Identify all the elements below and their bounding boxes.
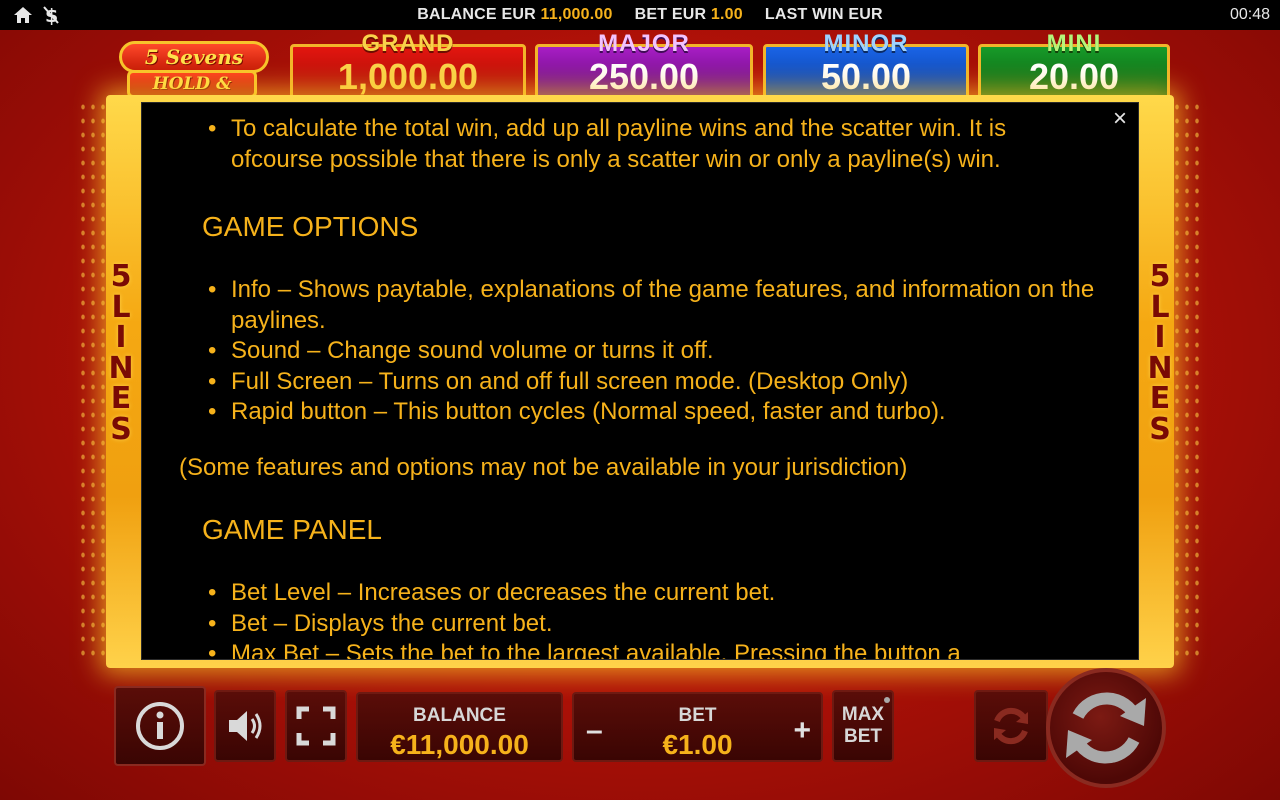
jackpot-minor: MINOR 50.00 [763, 30, 969, 104]
jackpot-mini-label: MINI [1046, 30, 1102, 57]
section-heading-game-panel: GAME PANEL [202, 514, 382, 545]
lines-label-char: L [111, 289, 131, 325]
list-item: To calculate the total win, add up all p… [142, 114, 1138, 175]
list-item: Bet Level – Increases or decreases the c… [142, 578, 1138, 609]
lines-label-char: E [110, 381, 132, 416]
autoplay-button[interactable] [974, 690, 1048, 762]
sound-button[interactable] [214, 690, 276, 762]
game-panel-list: Bet Level – Increases or decreases the c… [142, 578, 1138, 659]
status-bet-label: BET EUR [634, 6, 707, 23]
jackpot-major-amount: 250.00 [588, 56, 700, 97]
sparkles-left [78, 100, 108, 660]
list-item: Sound – Change sound volume or turns it … [142, 336, 1138, 367]
lines-label-char: S [1149, 411, 1171, 447]
info-button[interactable] [114, 686, 206, 766]
status-bet-value: 1.00 [710, 6, 743, 23]
spin-icon [1066, 692, 1146, 764]
balance-value: €11,000.00 [390, 729, 529, 760]
balance-label: BALANCE [413, 705, 506, 726]
lines-label-char: E [1149, 381, 1171, 416]
status-bet: BET EUR 1.00 [635, 6, 743, 24]
help-top-list: To calculate the total win, add up all p… [142, 114, 1138, 181]
jackpot-major-label: MAJOR [598, 30, 690, 57]
game-options-list: Info – Shows paytable, explanations of t… [142, 275, 1138, 428]
spin-button[interactable] [1046, 668, 1166, 788]
help-panel[interactable]: To calculate the total win, add up all p… [141, 102, 1139, 660]
jackpot-mini: MINI 20.00 [978, 30, 1170, 104]
jackpot-grand-label: GRAND [361, 30, 455, 57]
close-icon[interactable]: × [1108, 107, 1132, 131]
bet-decrease-button[interactable]: – [586, 714, 603, 748]
help-content[interactable]: To calculate the total win, add up all p… [142, 103, 1138, 659]
status-balance-value: 11,000.00 [540, 6, 613, 23]
status-info: BALANCE EUR 11,000.00 BET EUR 1.00 LAST … [0, 0, 1280, 30]
game-logo: 5 Sevens HOLD & WIN [113, 38, 275, 116]
lines-label-char: I [1154, 320, 1166, 355]
list-item: Bet – Displays the current bet. [142, 609, 1138, 640]
section-heading-game-options: GAME OPTIONS [202, 211, 419, 242]
lines-label-char: 5 [1149, 259, 1171, 294]
status-balance: BALANCE EUR 11,000.00 [417, 6, 612, 24]
lines-label-char: L [1150, 289, 1170, 325]
lines-label-char: I [115, 320, 127, 355]
lines-label-char: 5 [110, 259, 132, 294]
lines-label-left: 5 L I N E S [106, 259, 136, 447]
info-icon [136, 702, 184, 750]
list-item: Max Bet – Sets the bet to the largest av… [142, 639, 1138, 659]
jackpot-grand: GRAND 1,000.00 [290, 30, 526, 104]
lines-label-char: N [108, 350, 134, 386]
max-bet-line-2: BET [844, 726, 882, 747]
logo-line-2: HOLD & WIN [127, 70, 257, 116]
bet-display: – BET €1.00 + [572, 692, 823, 762]
jackpot-mini-amount: 20.00 [1028, 56, 1120, 97]
status-last-win-label: LAST WIN EUR [764, 6, 883, 23]
lines-label-right: 5 L I N E S [1145, 259, 1175, 447]
bet-value: €1.00 [662, 729, 733, 760]
autoplay-icon [994, 707, 1028, 745]
sparkles-right [1172, 100, 1202, 660]
jackpot-minor-label: MINOR [823, 30, 909, 57]
list-item: Full Screen – Turns on and off full scre… [142, 367, 1138, 398]
logo-line-1: 5 Sevens [119, 41, 269, 73]
status-bar: $ BALANCE EUR 11,000.00 BET EUR 1.00 LAS… [0, 0, 1280, 30]
jackpot-minor-amount: 50.00 [820, 56, 912, 97]
bet-label: BET [678, 705, 717, 726]
jackpot-major: MAJOR 250.00 [535, 30, 753, 104]
clock: 00:48 [1229, 6, 1270, 23]
balance-display: BALANCE €11,000.00 [356, 692, 563, 762]
fullscreen-icon [296, 706, 336, 746]
speaker-icon [229, 711, 262, 741]
fullscreen-button[interactable] [285, 690, 347, 762]
list-item: Info – Shows paytable, explanations of t… [142, 275, 1138, 336]
indicator-dot [884, 697, 890, 703]
jackpot-grand-amount: 1,000.00 [337, 56, 479, 97]
bet-increase-button[interactable]: + [793, 714, 811, 748]
status-balance-label: BALANCE EUR [417, 6, 536, 23]
list-item: Rapid button – This button cycles (Norma… [142, 397, 1138, 428]
jurisdiction-note: (Some features and options may not be av… [179, 453, 908, 481]
lines-label-char: N [1147, 350, 1173, 386]
max-bet-line-1: MAX [841, 704, 885, 725]
lines-label-char: S [110, 411, 132, 447]
